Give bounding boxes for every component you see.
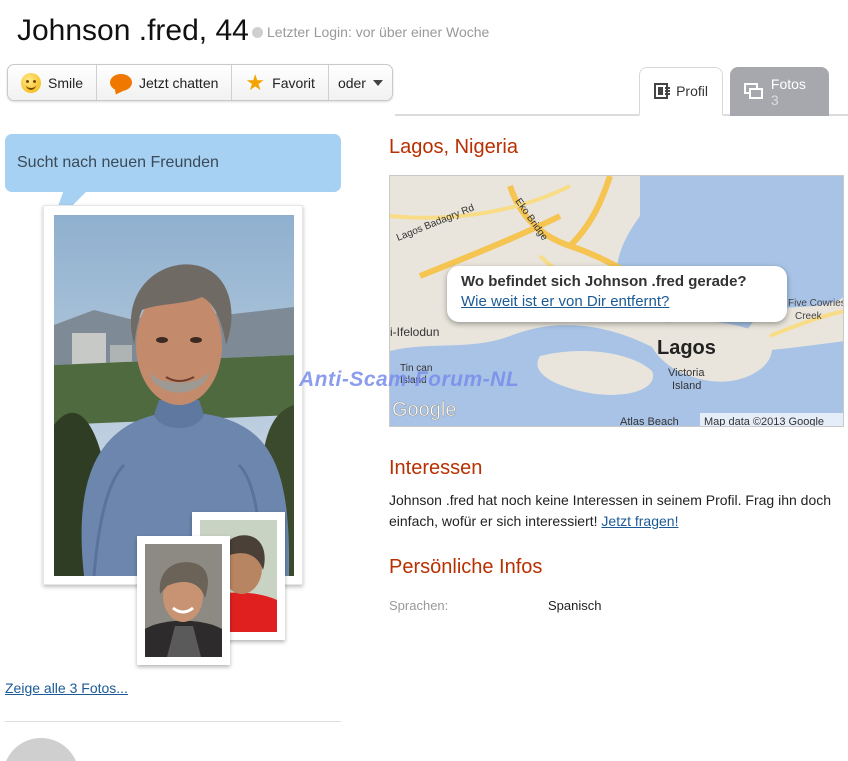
watermark: Anti-Scam-Forum-NL <box>299 368 520 391</box>
photos-count: 3 <box>770 91 779 108</box>
languages-label: Sprachen: <box>389 598 449 613</box>
favorite-label: Favorit <box>272 74 315 91</box>
tab-photos-label: Fotos 3 <box>770 75 806 108</box>
location-title: Lagos, Nigeria <box>389 136 518 158</box>
more-dropdown[interactable]: oder <box>329 65 392 100</box>
smile-button[interactable]: Smile <box>8 65 98 100</box>
caret-down-icon <box>372 79 383 86</box>
personal-info-title: Persönliche Infos <box>389 556 543 578</box>
sidebar-divider <box>5 721 341 722</box>
profile-card-icon <box>654 83 671 99</box>
smiley-icon <box>21 72 41 93</box>
profile-name-age: Johnson .fred, 44 <box>17 14 249 47</box>
thumbnail-image <box>145 544 222 657</box>
favorite-button[interactable]: ★ Favorit <box>232 65 329 100</box>
smile-label: Smile <box>48 74 84 91</box>
status-bubble: Sucht nach neuen Freunden <box>5 134 341 192</box>
map-label: Victoria <box>668 367 705 379</box>
map-attribution: Map data ©2013 Google <box>704 416 824 427</box>
photos-stack-icon <box>744 83 763 100</box>
interests-text: Johnson .fred hat noch keine Interessen … <box>389 490 844 532</box>
star-icon: ★ <box>245 69 266 95</box>
show-all-photos-link[interactable]: Zeige alle 3 Fotos... <box>5 680 128 696</box>
chat-button[interactable]: Jetzt chatten <box>97 65 233 100</box>
map-label: Creek <box>795 311 823 322</box>
map-label: Island <box>672 380 701 392</box>
map-label: Five Cowries <box>788 298 844 309</box>
tab-profile-label: Profil <box>676 83 708 99</box>
avatar <box>3 738 79 761</box>
map-label: Lagos <box>657 337 716 359</box>
map-label: i-Ifelodun <box>390 325 439 339</box>
ask-now-link[interactable]: Jetzt fragen! <box>601 513 678 529</box>
photo-thumbnail[interactable] <box>137 536 230 665</box>
more-label: oder <box>337 74 366 91</box>
map-popup: Wo befindet sich Johnson .fred gerade? W… <box>447 266 787 322</box>
tab-photos[interactable]: Fotos 3 <box>730 67 829 116</box>
google-logo: Google <box>392 399 457 421</box>
map-popup-question: Wo befindet sich Johnson .fred gerade? <box>461 273 747 290</box>
tab-profile[interactable]: Profil <box>639 67 723 116</box>
map-label: Atlas Beach <box>620 416 679 427</box>
action-bar: Smile Jetzt chatten ★ Favorit oder <box>7 64 393 101</box>
interests-title: Interessen <box>389 457 483 479</box>
chat-label: Jetzt chatten <box>139 74 219 91</box>
chat-bubble-icon <box>110 74 133 91</box>
languages-value: Spanisch <box>548 598 602 613</box>
distance-link[interactable]: Wie weit ist er von Dir entfernt? <box>461 293 773 310</box>
offline-status-icon <box>252 26 263 38</box>
last-login-status: Letzter Login: vor über einer Woche <box>252 24 489 40</box>
last-login-text: Letzter Login: vor über einer Woche <box>267 24 490 40</box>
